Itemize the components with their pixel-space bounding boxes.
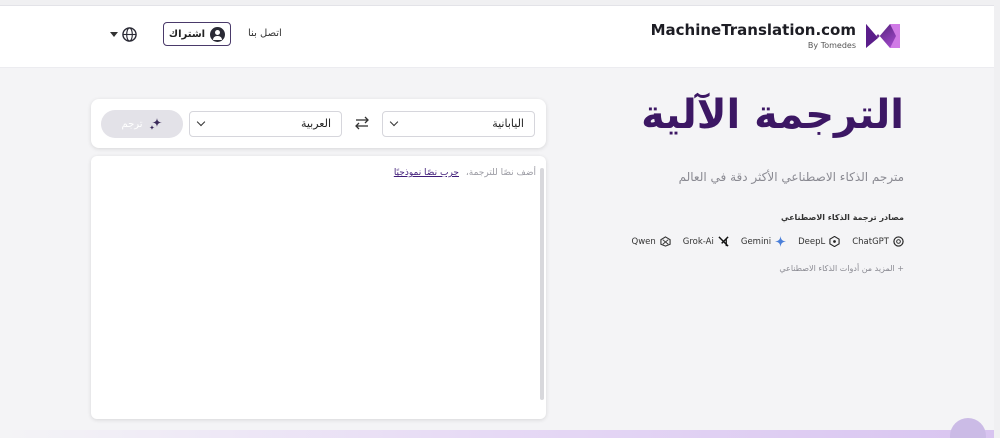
user-icon [210, 26, 226, 42]
contact-link[interactable]: اتصل بنا [248, 28, 282, 39]
swap-languages-icon[interactable] [353, 114, 371, 132]
gemini-icon [775, 236, 787, 247]
grok-icon [718, 236, 729, 247]
source-language-select[interactable]: اليابانية [382, 111, 535, 137]
globe-icon [122, 27, 137, 42]
editor-placeholder: أضف نصًا للترجمة، جرب نصًا نموذجيًا [394, 168, 536, 178]
editor-scrollbar[interactable] [540, 168, 544, 400]
qwen-icon [660, 236, 671, 247]
more-ai-tools-link[interactable]: + المزيد من أدوات الذكاء الاصطناعي [779, 264, 904, 273]
translate-label: ترجم [121, 118, 143, 130]
site-header: MachineTranslation.com By Tomedes اتصل ب… [0, 6, 1000, 68]
source-label: Gemini [740, 236, 772, 247]
page-subtitle: مترجم الذكاء الاصطناعي الأكثر دقة في الع… [678, 170, 904, 184]
placeholder-text: أضف نصًا للترجمة، [465, 168, 536, 178]
target-language-select[interactable]: العربية [189, 111, 342, 137]
chevron-down-icon [196, 117, 206, 127]
target-language-value: العربية [300, 117, 331, 130]
chat-widget-button[interactable] [950, 418, 986, 438]
sample-text-link[interactable]: جرب نصًا نموذجيًا [394, 168, 459, 178]
signup-button[interactable]: اشتراك [163, 22, 231, 46]
source-chatgpt[interactable]: ChatGPT [852, 236, 904, 247]
page-title: الترجمة الآلية [641, 92, 904, 138]
chevron-down-icon [110, 32, 118, 37]
signup-label: اشتراك [168, 28, 206, 40]
translate-button[interactable]: ترجم [101, 110, 183, 138]
source-language-value: اليابانية [492, 117, 524, 130]
page-scrollbar[interactable] [994, 0, 1000, 438]
source-qwen[interactable]: Qwen [632, 236, 671, 247]
source-grok[interactable]: Grok-Ai [683, 236, 729, 247]
source-text-area[interactable]: أضف نصًا للترجمة، جرب نصًا نموذجيًا [91, 156, 546, 419]
brand-sub: By Tomedes [807, 41, 856, 50]
chevron-down-icon [389, 117, 399, 127]
page: MachineTranslation.com By Tomedes اتصل ب… [0, 0, 1000, 438]
source-deepl[interactable]: DeepL [798, 236, 840, 247]
chatgpt-icon [893, 236, 904, 247]
ai-sources-list: ChatGPT DeepL Gemini Grok-Ai Qwen [632, 236, 904, 247]
sources-title: مصادر ترجمة الذكاء الاصطناعي [780, 213, 904, 222]
deepl-icon [829, 236, 840, 247]
source-label: Qwen [631, 236, 656, 247]
sparkle-icon [149, 118, 162, 130]
source-label: Grok-Ai [682, 236, 714, 247]
footer-gradient [0, 430, 1000, 438]
language-switcher[interactable] [110, 27, 137, 42]
source-gemini[interactable]: Gemini [740, 236, 787, 247]
source-label: DeepL [798, 236, 826, 247]
source-label: ChatGPT [852, 236, 889, 247]
mt-logo-icon[interactable] [864, 20, 902, 50]
language-bar: اليابانية العربية ترجم [91, 99, 546, 148]
brand-name[interactable]: MachineTranslation.com [651, 21, 856, 39]
